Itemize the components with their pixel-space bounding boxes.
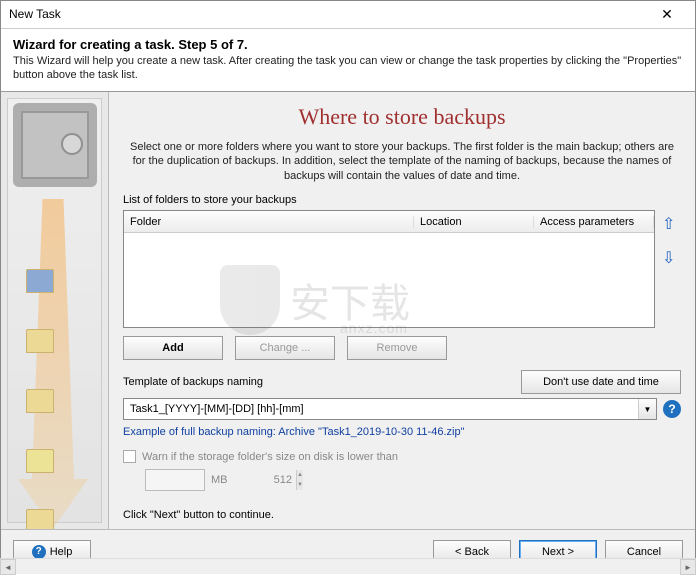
wizard-sidebar xyxy=(1,92,109,530)
column-access[interactable]: Access parameters xyxy=(534,216,654,228)
page-title: Where to store backups xyxy=(123,104,681,130)
folder-icon xyxy=(26,329,54,353)
wizard-main: Where to store backups Select one or mor… xyxy=(109,92,695,530)
column-location[interactable]: Location xyxy=(414,216,534,228)
folder-icon xyxy=(26,509,54,530)
size-input: ▲ ▼ xyxy=(145,469,205,491)
close-button[interactable]: ✕ xyxy=(647,1,687,27)
size-unit: MB xyxy=(211,474,228,486)
continue-hint: Click "Next" button to continue. xyxy=(123,509,681,521)
folder-list-label: List of folders to store your backups xyxy=(123,194,681,206)
move-down-button[interactable]: ⇩ xyxy=(662,248,680,266)
safe-icon xyxy=(13,103,97,187)
add-button[interactable]: Add xyxy=(123,336,223,360)
wizard-body: Where to store backups Select one or mor… xyxy=(1,92,695,530)
page-description: Select one or more folders where you wan… xyxy=(123,140,681,185)
help-icon: ? xyxy=(32,545,46,559)
arrow-graphic xyxy=(18,199,88,529)
wizard-window: New Task ✕ Wizard for creating a task. S… xyxy=(0,0,696,574)
folder-icon xyxy=(26,269,54,293)
example-text: Example of full backup naming: Archive "… xyxy=(123,426,681,438)
move-up-button[interactable]: ⇧ xyxy=(662,214,680,232)
wizard-step-title: Wizard for creating a task. Step 5 of 7. xyxy=(13,37,683,52)
window-title: New Task xyxy=(9,7,647,21)
sidebar-preview xyxy=(7,98,102,524)
wizard-header: Wizard for creating a task. Step 5 of 7.… xyxy=(1,29,695,92)
template-input[interactable] xyxy=(124,403,638,415)
help-icon[interactable]: ? xyxy=(663,400,681,418)
folder-list-header: Folder Location Access parameters xyxy=(124,211,654,233)
spinner-up-icon: ▲ xyxy=(296,470,303,480)
warn-label: Warn if the storage folder's size on dis… xyxy=(142,451,398,463)
arrow-down-icon: ⇩ xyxy=(662,250,675,267)
close-icon: ✕ xyxy=(661,6,673,23)
dont-use-date-button[interactable]: Don't use date and time xyxy=(521,370,681,394)
size-spinner: ▲ ▼ xyxy=(296,470,303,490)
wizard-step-description: This Wizard will help you create a new t… xyxy=(13,54,683,83)
spinner-down-icon: ▼ xyxy=(296,480,303,490)
warn-checkbox[interactable] xyxy=(123,450,136,463)
chevron-down-icon[interactable]: ▼ xyxy=(638,399,656,419)
template-combobox[interactable]: ▼ xyxy=(123,398,657,420)
column-folder[interactable]: Folder xyxy=(124,216,414,228)
titlebar: New Task ✕ xyxy=(1,1,695,29)
template-label: Template of backups naming xyxy=(123,376,513,388)
envelope-icon xyxy=(26,449,54,473)
help-button-label: Help xyxy=(50,546,73,558)
arrow-up-icon: ⇧ xyxy=(662,216,675,233)
folder-list[interactable]: Folder Location Access parameters ◄ ► xyxy=(123,210,655,328)
change-button: Change ... xyxy=(235,336,335,360)
remove-button: Remove xyxy=(347,336,447,360)
folder-icon xyxy=(26,389,54,413)
